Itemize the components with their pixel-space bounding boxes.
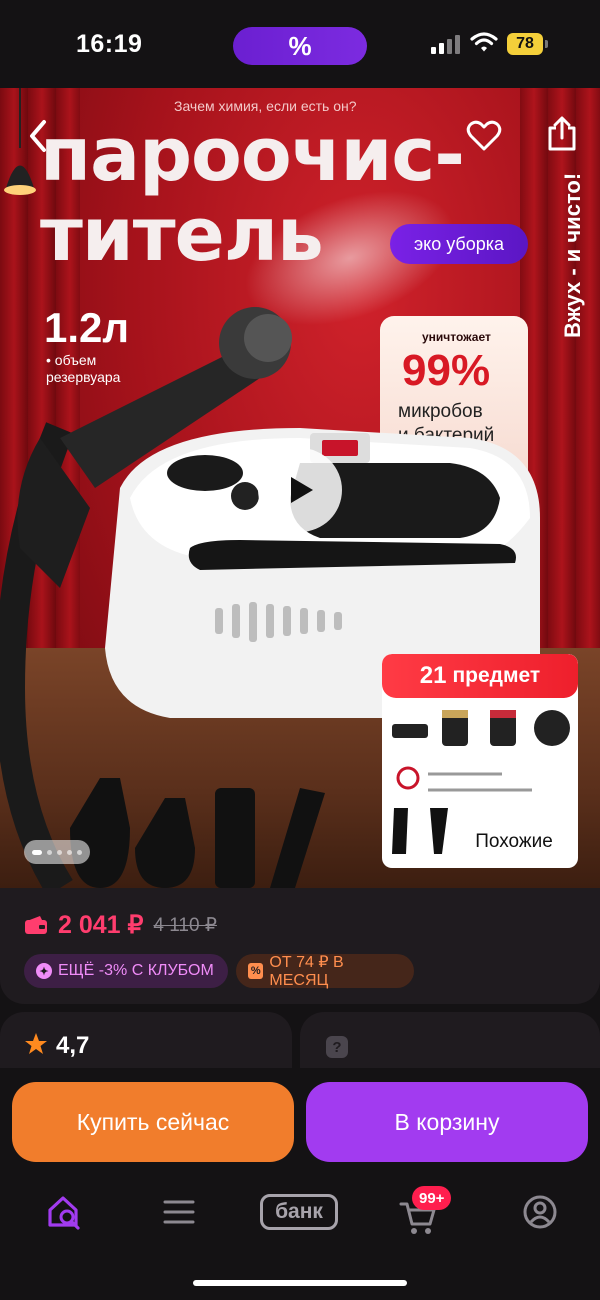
question-icon: ? [326, 1036, 348, 1058]
gallery-dot [77, 849, 82, 855]
battery-tip [545, 40, 548, 48]
tab-bank[interactable]: банк [260, 1194, 338, 1230]
share-icon [548, 116, 576, 151]
status-bar: 16:19 % 78 [0, 0, 600, 88]
gallery-dot [32, 849, 42, 855]
cart-count-badge: 99+ [412, 1186, 452, 1210]
battery-indicator: 78 [507, 33, 543, 55]
cellular-signal-icon [431, 34, 463, 54]
installment-percent-icon: % [248, 963, 264, 979]
current-price: 2 041 ₽ [58, 911, 144, 939]
gallery-dot [57, 849, 62, 855]
vertical-slogan: Вжух - и чисто! [560, 172, 585, 338]
kit-label: предмет [452, 664, 541, 687]
status-time: 16:19 [76, 30, 143, 58]
wallet-icon [25, 916, 47, 934]
installment-text: ОТ 74 ₽ В МЕСЯЦ [269, 954, 344, 989]
home-indicator [193, 1280, 407, 1286]
gallery-dot [47, 849, 52, 855]
gallery-pagination[interactable] [24, 840, 90, 864]
eco-badge: эко уборка [390, 224, 528, 264]
gallery-dot [67, 849, 72, 855]
tab-home[interactable] [40, 1188, 88, 1236]
buy-now-button[interactable]: Купить сейчас [12, 1082, 294, 1162]
add-to-cart-button[interactable]: В корзину [306, 1082, 588, 1162]
star-icon [25, 1033, 47, 1054]
product-gallery[interactable]: Зачем химия, если есть он? пароочис- тит… [0, 88, 600, 888]
kit-title: 21 предмет [382, 654, 578, 698]
club-star-icon: ✦ [36, 963, 52, 979]
play-video-button[interactable] [258, 448, 342, 532]
action-bar: Купить сейчас В корзину [0, 1068, 600, 1172]
favorite-button[interactable] [462, 114, 506, 158]
heart-icon [466, 120, 502, 151]
club-discount-chip[interactable]: ✦ ЕЩЁ -3% С КЛУБОМ [24, 954, 228, 988]
installment-chip[interactable]: % ОТ 74 ₽ В МЕСЯЦ [236, 954, 414, 989]
hero-headline-line2: титель [40, 192, 324, 278]
wifi-icon [470, 31, 498, 58]
kit-count: 21 [419, 662, 447, 689]
tab-profile[interactable] [516, 1188, 564, 1236]
profile-icon [523, 1195, 557, 1229]
play-icon [291, 477, 313, 503]
similar-items-button[interactable]: Похожие [458, 824, 570, 860]
tab-catalog[interactable] [155, 1188, 203, 1236]
chevron-left-icon [30, 120, 46, 152]
menu-icon [163, 1200, 195, 1224]
hero-headline-line1: пароочис- [40, 112, 465, 198]
club-discount-text: ЕЩЁ -3% С КЛУБОМ [58, 962, 214, 979]
price-row: 2 041 ₽ 4 110 ₽ [24, 910, 217, 940]
product-page: 16:19 % 78 Зачем химия, если есть он? па… [0, 0, 600, 1300]
back-button[interactable] [16, 114, 60, 158]
price-card: 2 041 ₽ 4 110 ₽ ✦ ЕЩЁ -3% С КЛУБОМ % ОТ … [0, 888, 600, 1004]
promo-pill[interactable]: % [233, 27, 367, 65]
old-price: 4 110 ₽ [153, 914, 217, 936]
home-search-icon [48, 1196, 80, 1230]
bottom-tab-bar: банк 99+ [0, 1172, 600, 1300]
share-button[interactable] [540, 112, 584, 156]
rating-value: 4,7 [56, 1032, 90, 1059]
